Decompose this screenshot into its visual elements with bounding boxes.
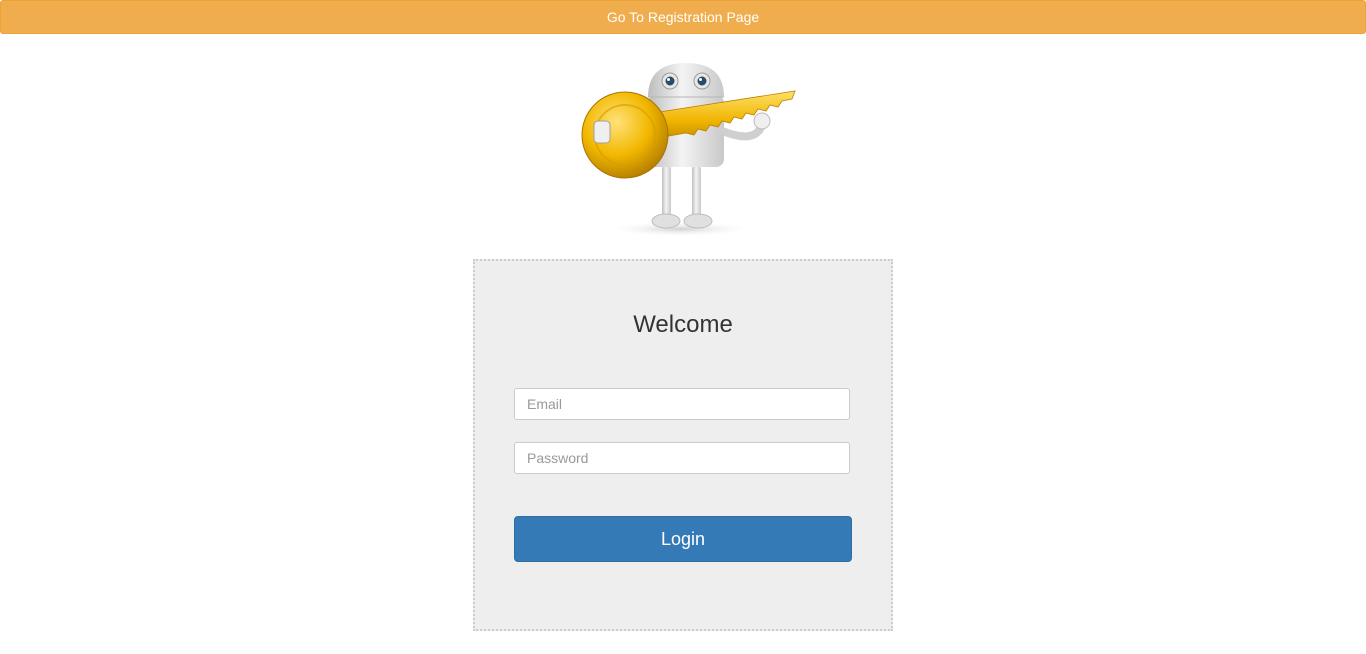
password-field[interactable] [514, 442, 850, 474]
robot-holding-key-icon [570, 55, 810, 240]
login-panel: Welcome Login [473, 259, 893, 631]
registration-page-button[interactable]: Go To Registration Page [0, 0, 1366, 34]
welcome-title: Welcome [633, 311, 733, 338]
login-button[interactable]: Login [514, 516, 852, 562]
email-field[interactable] [514, 388, 850, 420]
